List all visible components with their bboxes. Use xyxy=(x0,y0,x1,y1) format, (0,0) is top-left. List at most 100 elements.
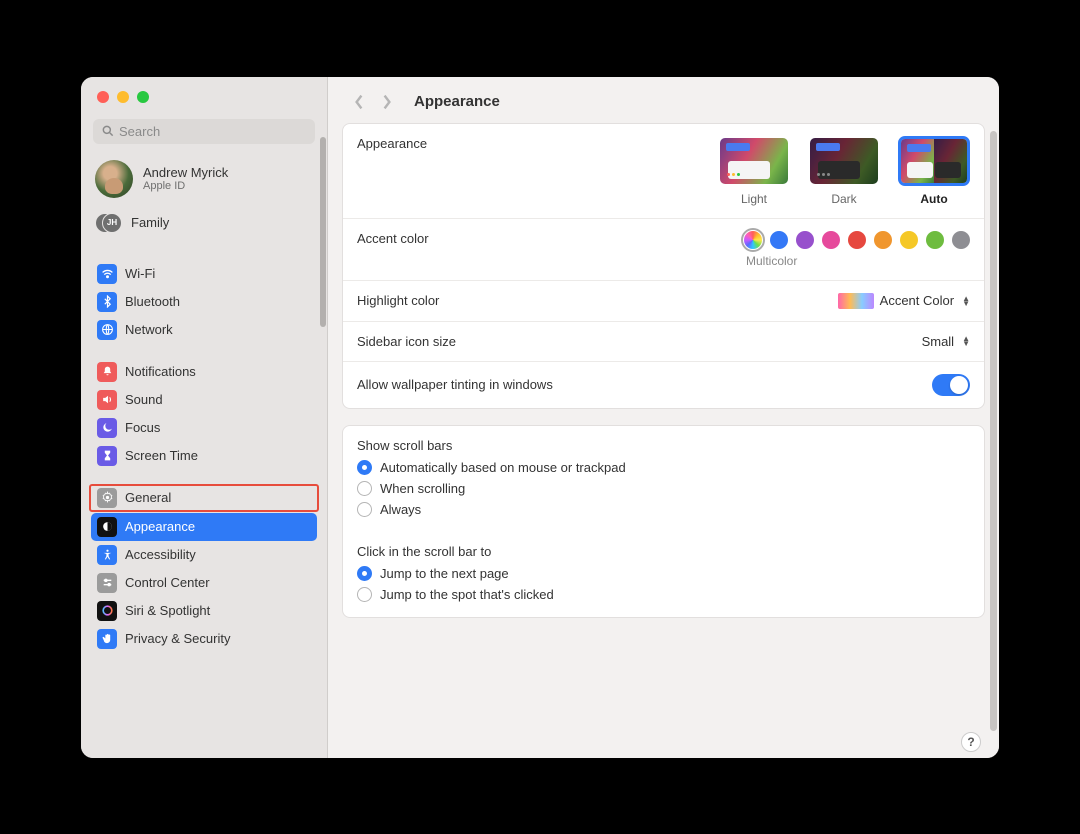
search-input[interactable]: Search xyxy=(93,119,315,144)
sidebar-list: Andrew Myrick Apple ID JH Family Wi-Fi B… xyxy=(81,154,327,663)
forward-button[interactable] xyxy=(376,91,398,113)
accent-blue[interactable] xyxy=(770,231,788,249)
sidebar-item-bluetooth[interactable]: Bluetooth xyxy=(91,288,317,316)
radio-icon xyxy=(357,502,372,517)
sidebar-item-notifications[interactable]: Notifications xyxy=(91,358,317,386)
sidebar-item-screentime[interactable]: Screen Time xyxy=(91,442,317,470)
sidebar-item-label: Privacy & Security xyxy=(125,630,230,648)
sidebar: Search Andrew Myrick Apple ID JH Family xyxy=(81,77,328,758)
sidebar-item-label: Family xyxy=(131,215,169,230)
tinting-toggle[interactable] xyxy=(932,374,970,396)
tinting-label: Allow wallpaper tinting in windows xyxy=(357,377,932,392)
sidebar-item-label: Screen Time xyxy=(125,447,198,465)
scroll-card: Show scroll bars Automatically based on … xyxy=(342,425,985,618)
toolbar: Appearance xyxy=(328,77,999,123)
option-label: Auto xyxy=(920,192,947,206)
radio-icon xyxy=(357,481,372,496)
search-icon xyxy=(101,124,115,138)
search-placeholder: Search xyxy=(119,124,160,139)
wifi-icon xyxy=(97,264,117,284)
close-icon[interactable] xyxy=(97,91,109,103)
profile-name: Andrew Myrick xyxy=(143,165,228,180)
bell-icon xyxy=(97,362,117,382)
accent-purple[interactable] xyxy=(796,231,814,249)
sidebar-item-label: General xyxy=(125,489,171,507)
highlight-label: Highlight color xyxy=(357,293,838,308)
updown-icon: ▲▼ xyxy=(962,336,970,346)
speaker-icon xyxy=(97,390,117,410)
sidebar-item-label: Focus xyxy=(125,419,160,437)
appearance-card: Appearance Light Dark xyxy=(342,123,985,409)
accessibility-icon xyxy=(97,545,117,565)
sidebar-item-general[interactable]: General xyxy=(89,484,319,512)
sidebar-item-label: Siri & Spotlight xyxy=(125,602,210,620)
appearance-options: Light Dark Auto xyxy=(718,136,970,206)
bluetooth-icon xyxy=(97,292,117,312)
scroll-option-scrolling[interactable]: When scrolling xyxy=(357,478,970,499)
sidebar-item-network[interactable]: Network xyxy=(91,316,317,344)
option-label: Dark xyxy=(831,192,856,206)
radio-icon xyxy=(357,587,372,602)
accent-color-label: Accent color xyxy=(357,231,744,246)
sidebar-scrollbar[interactable] xyxy=(320,137,326,327)
sidebar-item-privacy[interactable]: Privacy & Security xyxy=(91,625,317,653)
main-scrollbar[interactable] xyxy=(990,131,997,731)
accent-graphite[interactable] xyxy=(952,231,970,249)
accent-caption: Multicolor xyxy=(746,254,797,268)
sidebar-item-siri[interactable]: Siri & Spotlight xyxy=(91,597,317,625)
accent-yellow[interactable] xyxy=(900,231,918,249)
accent-green[interactable] xyxy=(926,231,944,249)
sidebar-item-label: Control Center xyxy=(125,574,210,592)
updown-icon: ▲▼ xyxy=(962,296,970,306)
window-controls xyxy=(81,77,327,113)
scroll-option-auto[interactable]: Automatically based on mouse or trackpad xyxy=(357,457,970,478)
sidebar-item-accessibility[interactable]: Accessibility xyxy=(91,541,317,569)
click-option-spot[interactable]: Jump to the spot that's clicked xyxy=(357,584,970,605)
sidebar-item-profile[interactable]: Andrew Myrick Apple ID xyxy=(91,154,317,208)
highlight-swatch-icon xyxy=(838,293,874,309)
accent-pink[interactable] xyxy=(822,231,840,249)
avatar xyxy=(95,160,133,198)
appearance-label: Appearance xyxy=(357,136,718,151)
radio-icon xyxy=(357,566,372,581)
accent-multicolor[interactable] xyxy=(744,231,762,249)
accent-orange[interactable] xyxy=(874,231,892,249)
back-button[interactable] xyxy=(348,91,370,113)
zoom-icon[interactable] xyxy=(137,91,149,103)
highlight-value: Accent Color xyxy=(880,293,954,308)
page-title: Appearance xyxy=(414,93,500,110)
sidebar-item-label: Accessibility xyxy=(125,546,196,564)
moon-icon xyxy=(97,418,117,438)
sidebar-item-label: Bluetooth xyxy=(125,293,180,311)
accent-color-swatches xyxy=(744,231,970,249)
appearance-icon xyxy=(97,517,117,537)
sidebar-size-label: Sidebar icon size xyxy=(357,334,922,349)
sidebar-size-value: Small xyxy=(922,334,955,349)
sidebar-item-wifi[interactable]: Wi-Fi xyxy=(91,260,317,288)
minimize-icon[interactable] xyxy=(117,91,129,103)
scroll-option-always[interactable]: Always xyxy=(357,499,970,520)
click-option-next[interactable]: Jump to the next page xyxy=(357,563,970,584)
profile-sub: Apple ID xyxy=(143,180,228,192)
appearance-option-dark[interactable]: Dark xyxy=(808,136,880,206)
sidebar-item-focus[interactable]: Focus xyxy=(91,414,317,442)
sidebar-item-appearance[interactable]: Appearance xyxy=(91,513,317,541)
appearance-option-light[interactable]: Light xyxy=(718,136,790,206)
option-label: Light xyxy=(741,192,767,206)
sidebar-item-controlcenter[interactable]: Control Center xyxy=(91,569,317,597)
sidebar-item-sound[interactable]: Sound xyxy=(91,386,317,414)
accent-red[interactable] xyxy=(848,231,866,249)
siri-icon xyxy=(97,601,117,621)
settings-window: Search Andrew Myrick Apple ID JH Family xyxy=(81,77,999,758)
hand-icon xyxy=(97,629,117,649)
radio-icon xyxy=(357,460,372,475)
sidebar-item-label: Network xyxy=(125,321,173,339)
appearance-option-auto[interactable]: Auto xyxy=(898,136,970,206)
sidebar-item-family[interactable]: JH Family xyxy=(91,208,317,246)
help-button[interactable]: ? xyxy=(961,732,981,752)
sidebar-size-popup[interactable]: Small ▲▼ xyxy=(922,334,970,349)
highlight-popup[interactable]: Accent Color ▲▼ xyxy=(838,293,970,309)
switches-icon xyxy=(97,573,117,593)
scrollbars-label: Show scroll bars xyxy=(343,426,984,457)
sidebar-item-label: Wi-Fi xyxy=(125,265,155,283)
